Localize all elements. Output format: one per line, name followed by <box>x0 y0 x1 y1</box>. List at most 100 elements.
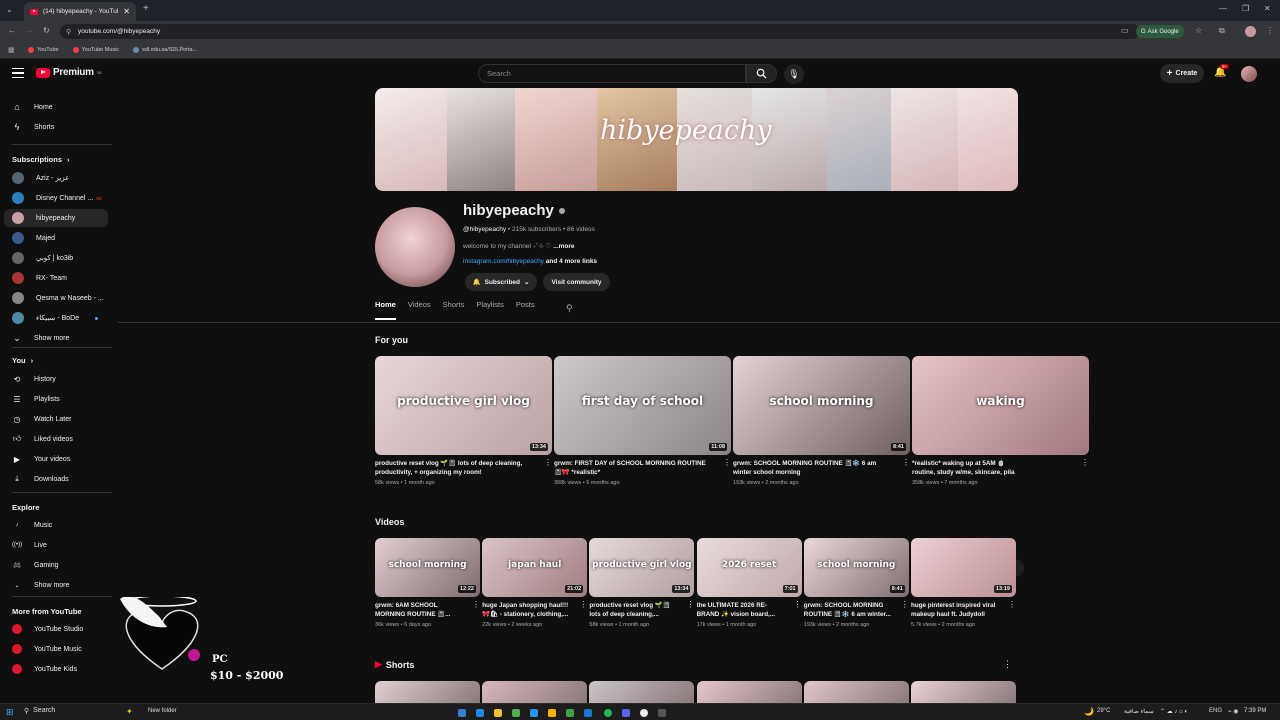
video-card[interactable]: productive girl vlog 13:34 productive rese… <box>375 356 552 486</box>
sidebar-item-gaming[interactable]: 🎮︎ Gaming <box>4 556 108 574</box>
sidebar-item-shorts[interactable]: ϟ Shorts <box>4 118 108 136</box>
search-button[interactable] <box>746 64 777 83</box>
video-card[interactable]: school morning 8:41 grwm: SCHOOL MORNING R… <box>733 356 910 486</box>
short-thumbnail[interactable] <box>375 681 480 703</box>
taskbar-app-icon[interactable] <box>658 709 666 717</box>
tab-search-icon[interactable]: ⌄ <box>6 5 13 14</box>
video-menu-icon[interactable]: ⋮ <box>1081 458 1089 467</box>
clock[interactable]: 7:39 PM <box>1244 708 1266 714</box>
subscription-item[interactable]: Disney Channel ... <box>4 189 108 207</box>
subscription-item[interactable]: سبيكاء - BoDe <box>4 309 108 327</box>
video-title[interactable]: huge Japan shopping haul!!! 🎀🛍 - station… <box>482 601 587 619</box>
subscribed-button[interactable]: 🔔 Subscribed ⌄ <box>465 273 537 291</box>
sidebar-item-music[interactable]: ♪ Music <box>4 516 108 534</box>
channel-search-icon[interactable]: ⚲ <box>566 303 573 314</box>
you-heading[interactable]: You › <box>12 356 33 365</box>
tab-shorts[interactable]: Shorts <box>443 300 465 320</box>
hamburger-menu-icon[interactable] <box>12 68 24 78</box>
video-menu-icon[interactable]: ⋮ <box>723 458 731 467</box>
sidebar-item-home[interactable]: ⌂ Home <box>4 98 108 116</box>
ask-google-button[interactable]: G Ask Google <box>1136 25 1184 38</box>
taskbar-app-icon[interactable] <box>530 709 538 717</box>
video-menu-icon[interactable]: ⋮ <box>902 458 910 467</box>
more-links[interactable]: and 4 more links <box>546 258 597 265</box>
instagram-link[interactable]: instagram.com/hibyepeachy <box>463 258 544 265</box>
sidebar-item-watch-later[interactable]: ◷ Watch Later <box>4 410 108 428</box>
url-field[interactable]: ⚲ youtube.com/@hibyepeachy <box>60 24 1140 39</box>
bookmark-youtube-music[interactable]: YouTube Music <box>72 47 119 53</box>
subscription-item[interactable]: hibyepeachy <box>4 209 108 227</box>
star-icon[interactable]: ☆ <box>1195 26 1202 35</box>
sidebar-item-downloads[interactable]: ⤓ Downloads <box>4 470 108 488</box>
windows-start-icon[interactable]: ⊞ <box>6 707 14 718</box>
subscriptions-heading[interactable]: Subscriptions › <box>12 155 70 164</box>
video-card[interactable]: school morning 8:41 grwm: SCHOOL MORNING R… <box>803 538 909 628</box>
tab-videos[interactable]: Videos <box>408 300 431 320</box>
short-thumbnail[interactable] <box>482 681 588 703</box>
extensions-icon[interactable]: ⧉ <box>1219 26 1225 36</box>
video-card[interactable]: 2026 reset 7:01 the ULTIMATE 2026 RE- BRAN… <box>696 538 802 628</box>
subscription-item[interactable]: RX- Team <box>4 269 108 287</box>
subscription-item[interactable]: Qesma w Naseeb - ... <box>4 289 108 307</box>
bookmark-sdl[interactable]: sdl.edu.sa/SDLPorta... <box>133 47 197 53</box>
video-title[interactable]: *realistic* waking up at 5AM 🍵 routine, … <box>912 459 1089 477</box>
tab-playlists[interactable]: Playlists <box>476 300 504 320</box>
sidebar-item-history[interactable]: ⟲ History <box>4 370 108 388</box>
apps-icon[interactable]: ▦ <box>8 46 15 54</box>
video-title[interactable]: grwm: SCHOOL MORNING ROUTINE 📓❄️ 6 am wi… <box>804 601 909 619</box>
bookmark-youtube[interactable]: YouTube <box>28 47 59 53</box>
account-avatar[interactable] <box>1241 66 1257 82</box>
video-menu-icon[interactable]: ⋮ <box>901 600 909 609</box>
close-window-icon[interactable]: ✕ <box>1264 4 1271 13</box>
video-menu-icon[interactable]: ⋮ <box>472 600 480 609</box>
video-menu-icon[interactable]: ⋮ <box>794 600 802 609</box>
taskbar-app-icon[interactable] <box>512 709 520 717</box>
video-thumbnail[interactable]: 13:19 <box>911 538 1016 597</box>
video-menu-icon[interactable]: ⋮ <box>686 600 694 609</box>
video-thumbnail[interactable]: school morning 8:41 <box>803 538 909 597</box>
video-thumbnail[interactable]: japan haul 21:02 <box>482 538 588 597</box>
video-card[interactable]: productive girl vlog 13:34 productive rese… <box>589 538 695 628</box>
minimize-icon[interactable]: — <box>1219 4 1227 13</box>
video-title[interactable]: huge pinterest inspired viral makeup hau… <box>911 601 1016 619</box>
video-card[interactable]: waking *realistic* waking up at 5AM 🍵 rou… <box>912 356 1089 486</box>
search-input[interactable]: Search <box>478 64 746 83</box>
sidebar-item-liked-videos[interactable]: 👍︎ Liked videos <box>4 430 108 448</box>
shorts-menu-icon[interactable]: ⋮ <box>1003 659 1012 670</box>
description-more[interactable]: ...more <box>553 243 574 250</box>
video-card[interactable]: school morning 12:22 grwm: 6AM SCHOOL MORN… <box>375 538 480 628</box>
subscription-item[interactable]: كوبي | ko3ib <box>4 249 108 267</box>
sidebar-item-your-videos[interactable]: ▶ Your videos <box>4 450 108 468</box>
edge-icon[interactable] <box>476 709 484 717</box>
file-explorer-icon[interactable] <box>494 709 502 717</box>
channel-description[interactable]: welcome to my channel ₊˚⊹ ♡ ...more <box>463 242 575 250</box>
video-menu-icon[interactable]: ⋮ <box>579 600 587 609</box>
sidebar-item-show-more[interactable]: ⌄ Show more <box>4 576 108 594</box>
chrome-icon[interactable] <box>640 709 648 717</box>
video-title[interactable]: the ULTIMATE 2026 RE- BRAND ✨ vision boa… <box>697 601 802 619</box>
visit-community-button[interactable]: Visit community <box>543 273 610 291</box>
youtube-premium-logo[interactable]: Premium SA <box>36 67 102 78</box>
maximize-icon[interactable]: ❐ <box>1242 4 1249 13</box>
video-title[interactable]: productive reset vlog 🌱📓 lots of deep cl… <box>589 601 694 619</box>
short-thumbnail[interactable] <box>911 681 1016 703</box>
sidebar-item-more[interactable]: YouTube Kids <box>4 660 108 678</box>
profile-icon[interactable] <box>1245 26 1256 37</box>
back-icon[interactable]: ← <box>8 26 16 35</box>
sidebar-item-live[interactable]: ((•)) Live <box>4 536 108 554</box>
tray-icons-2[interactable]: ⌁ ◉ <box>1228 708 1239 715</box>
video-thumbnail[interactable]: first day of school 11:08 <box>554 356 731 455</box>
browser-tab[interactable]: (14) hibyepeachy - YouTube ✕ <box>24 2 136 21</box>
language-indicator[interactable]: ENG <box>1209 708 1222 714</box>
taskbar-app-icon[interactable] <box>548 709 556 717</box>
video-title[interactable]: grwm: FIRST DAY of SCHOOL MORNING ROUTIN… <box>554 459 731 477</box>
video-card[interactable]: japan haul 21:02 huge Japan shopping haul!… <box>482 538 588 628</box>
video-menu-icon[interactable]: ⋮ <box>544 458 552 467</box>
video-thumbnail[interactable]: 2026 reset 7:01 <box>696 538 802 597</box>
new-tab-icon[interactable]: + <box>143 3 149 14</box>
reload-icon[interactable]: ↻ <box>43 26 50 35</box>
spotify-icon[interactable] <box>604 709 612 717</box>
video-menu-icon[interactable]: ⋮ <box>1008 600 1016 609</box>
tab-posts[interactable]: Posts <box>516 300 535 320</box>
tray-icons[interactable]: ⌃ ☁ ♪ ⌂ ◐ <box>1160 708 1188 715</box>
